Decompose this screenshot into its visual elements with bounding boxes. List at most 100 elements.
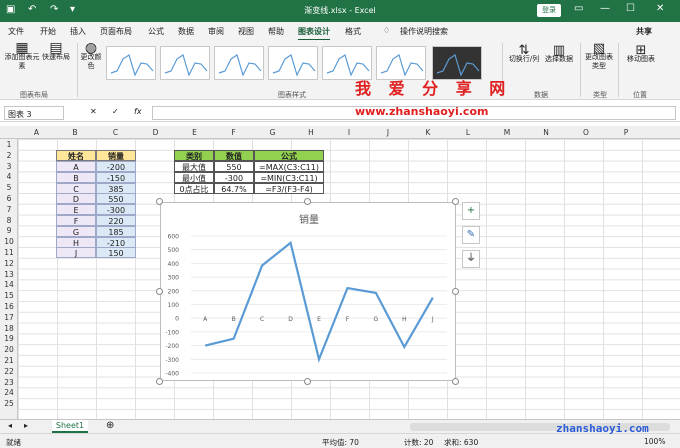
chart-style-4[interactable] bbox=[268, 46, 318, 80]
row-header-cell[interactable]: 18 bbox=[0, 324, 18, 333]
sales-table-cell[interactable]: 550 bbox=[96, 193, 136, 205]
chart-style-1[interactable] bbox=[106, 46, 156, 80]
column-header-cell[interactable]: O bbox=[566, 128, 606, 137]
enter-icon[interactable]: ✓ bbox=[112, 107, 119, 116]
resize-handle[interactable] bbox=[452, 198, 459, 205]
column-header-cell[interactable]: H bbox=[292, 128, 330, 137]
tab-chart-design[interactable]: 图表设计 bbox=[298, 26, 330, 41]
column-header-cell[interactable]: B bbox=[55, 128, 95, 137]
chart-styles-button[interactable]: ✎ bbox=[462, 226, 480, 244]
row-header-cell[interactable]: 7 bbox=[0, 205, 18, 214]
sales-table-header[interactable]: 销量 bbox=[96, 150, 136, 161]
share-button[interactable]: 共享 bbox=[636, 26, 652, 37]
column-header-cell[interactable]: C bbox=[95, 128, 136, 137]
stats-table-header[interactable]: 数值 bbox=[214, 150, 254, 161]
resize-handle[interactable] bbox=[452, 378, 459, 385]
resize-handle[interactable] bbox=[156, 378, 163, 385]
zoom-level[interactable]: 100% bbox=[644, 437, 665, 446]
ribbon-display-icon[interactable]: ▭ bbox=[574, 3, 583, 14]
change-color-button[interactable]: ◍ 更改颜色 bbox=[80, 41, 102, 71]
sales-table-cell[interactable]: 185 bbox=[96, 225, 136, 237]
row-header-cell[interactable]: 1 bbox=[0, 140, 18, 149]
tab-help[interactable]: 帮助 bbox=[268, 26, 284, 37]
sales-table-cell[interactable]: B bbox=[56, 171, 96, 183]
move-chart-button[interactable]: ⊞ 移动图表 bbox=[622, 44, 660, 64]
column-header-cell[interactable]: D bbox=[136, 128, 175, 137]
row-header-cell[interactable]: 3 bbox=[0, 162, 18, 171]
login-button[interactable]: 登录 bbox=[537, 4, 561, 17]
prev-sheet-icon[interactable]: ◂ bbox=[8, 421, 12, 430]
sales-table-cell[interactable]: G bbox=[56, 225, 96, 237]
row-header-cell[interactable]: 12 bbox=[0, 259, 18, 268]
search-box[interactable]: 操作说明搜索 bbox=[400, 26, 448, 37]
resize-handle[interactable] bbox=[156, 288, 163, 295]
stats-table-header[interactable]: 公式 bbox=[254, 150, 324, 161]
stats-table-cell[interactable]: 最大值 bbox=[174, 161, 214, 172]
row-header-cell[interactable]: 11 bbox=[0, 248, 18, 257]
row-header-cell[interactable]: 22 bbox=[0, 367, 18, 376]
stats-table-cell[interactable]: 0点占比 bbox=[174, 182, 214, 194]
tab-page-layout[interactable]: 页面布局 bbox=[100, 26, 132, 37]
tab-review[interactable]: 审阅 bbox=[208, 26, 224, 37]
column-header-cell[interactable]: G bbox=[253, 128, 292, 137]
sales-table-cell[interactable]: -150 bbox=[96, 171, 136, 183]
column-header-cell[interactable]: I bbox=[330, 128, 368, 137]
row-header-cell[interactable]: 8 bbox=[0, 216, 18, 225]
stats-table-cell[interactable]: 550 bbox=[214, 161, 254, 172]
stats-table-header[interactable]: 类别 bbox=[174, 150, 214, 161]
sales-table-header[interactable]: 姓名 bbox=[56, 150, 96, 161]
name-box[interactable]: 图表 3 bbox=[4, 106, 64, 120]
row-header-cell[interactable]: 23 bbox=[0, 378, 18, 387]
row-header-cell[interactable]: 17 bbox=[0, 313, 18, 322]
row-header-cell[interactable]: 16 bbox=[0, 302, 18, 311]
quick-layout-button[interactable]: ▤ 快速布局 bbox=[40, 41, 72, 62]
column-header-cell[interactable]: P bbox=[606, 128, 646, 137]
sales-table-cell[interactable]: 385 bbox=[96, 182, 136, 194]
column-header-cell[interactable]: K bbox=[408, 128, 448, 137]
tab-insert[interactable]: 插入 bbox=[70, 26, 86, 37]
stats-table-cell[interactable]: =F3/(F3-F4) bbox=[254, 182, 324, 194]
sales-table-cell[interactable]: -200 bbox=[96, 161, 136, 172]
chart-style-2[interactable] bbox=[160, 46, 210, 80]
column-header-cell[interactable]: A bbox=[18, 128, 55, 137]
sales-table-cell[interactable]: H bbox=[56, 236, 96, 248]
row-header-cell[interactable]: 15 bbox=[0, 291, 18, 300]
row-header-cell[interactable]: 20 bbox=[0, 345, 18, 354]
column-header-cell[interactable]: L bbox=[448, 128, 488, 137]
change-chart-type-button[interactable]: ▧ 更改图表类型 bbox=[584, 42, 614, 71]
add-chart-element-button[interactable]: ▦ 添加图表元素 bbox=[4, 41, 40, 71]
stats-table-cell[interactable]: =MIN(C3:C11) bbox=[254, 171, 324, 183]
tab-format[interactable]: 格式 bbox=[345, 26, 361, 37]
next-sheet-icon[interactable]: ▸ bbox=[24, 421, 28, 430]
row-header-cell[interactable]: 25 bbox=[0, 399, 18, 408]
maximize-icon[interactable]: ☐ bbox=[626, 3, 635, 14]
tab-view[interactable]: 视图 bbox=[238, 26, 254, 37]
sales-table-cell[interactable]: C bbox=[56, 182, 96, 194]
column-header-cell[interactable]: F bbox=[214, 128, 253, 137]
column-header-cell[interactable]: J bbox=[368, 128, 408, 137]
tab-file[interactable]: 文件 bbox=[8, 26, 24, 37]
row-header-cell[interactable]: 14 bbox=[0, 280, 18, 289]
row-header-cell[interactable]: 6 bbox=[0, 194, 18, 203]
switch-row-column-button[interactable]: ⇅ 切换行/列 bbox=[506, 44, 542, 64]
chart-elements-button[interactable]: + bbox=[462, 202, 480, 220]
minimize-icon[interactable]: — bbox=[600, 3, 610, 14]
sales-table-cell[interactable]: D bbox=[56, 193, 96, 205]
sales-table-cell[interactable]: -210 bbox=[96, 236, 136, 248]
sales-table-cell[interactable]: 220 bbox=[96, 215, 136, 226]
sheet-tab[interactable]: Sheet1 bbox=[52, 420, 88, 433]
resize-handle[interactable] bbox=[156, 198, 163, 205]
resize-handle[interactable] bbox=[452, 288, 459, 295]
column-header-cell[interactable]: M bbox=[488, 128, 526, 137]
stats-table-cell[interactable]: =MAX(C3:C11) bbox=[254, 161, 324, 172]
row-header-cell[interactable]: 5 bbox=[0, 183, 18, 192]
row-header-cell[interactable]: 24 bbox=[0, 388, 18, 397]
row-header-cell[interactable]: 2 bbox=[0, 151, 18, 160]
tab-home[interactable]: 开始 bbox=[40, 26, 56, 37]
select-data-button[interactable]: ▥ 选择数据 bbox=[542, 44, 576, 64]
stats-table-cell[interactable]: 64.7% bbox=[214, 182, 254, 194]
row-header-cell[interactable]: 9 bbox=[0, 226, 18, 235]
chart-style-3[interactable] bbox=[214, 46, 264, 80]
tab-data[interactable]: 数据 bbox=[178, 26, 194, 37]
close-icon[interactable]: ✕ bbox=[656, 3, 664, 14]
